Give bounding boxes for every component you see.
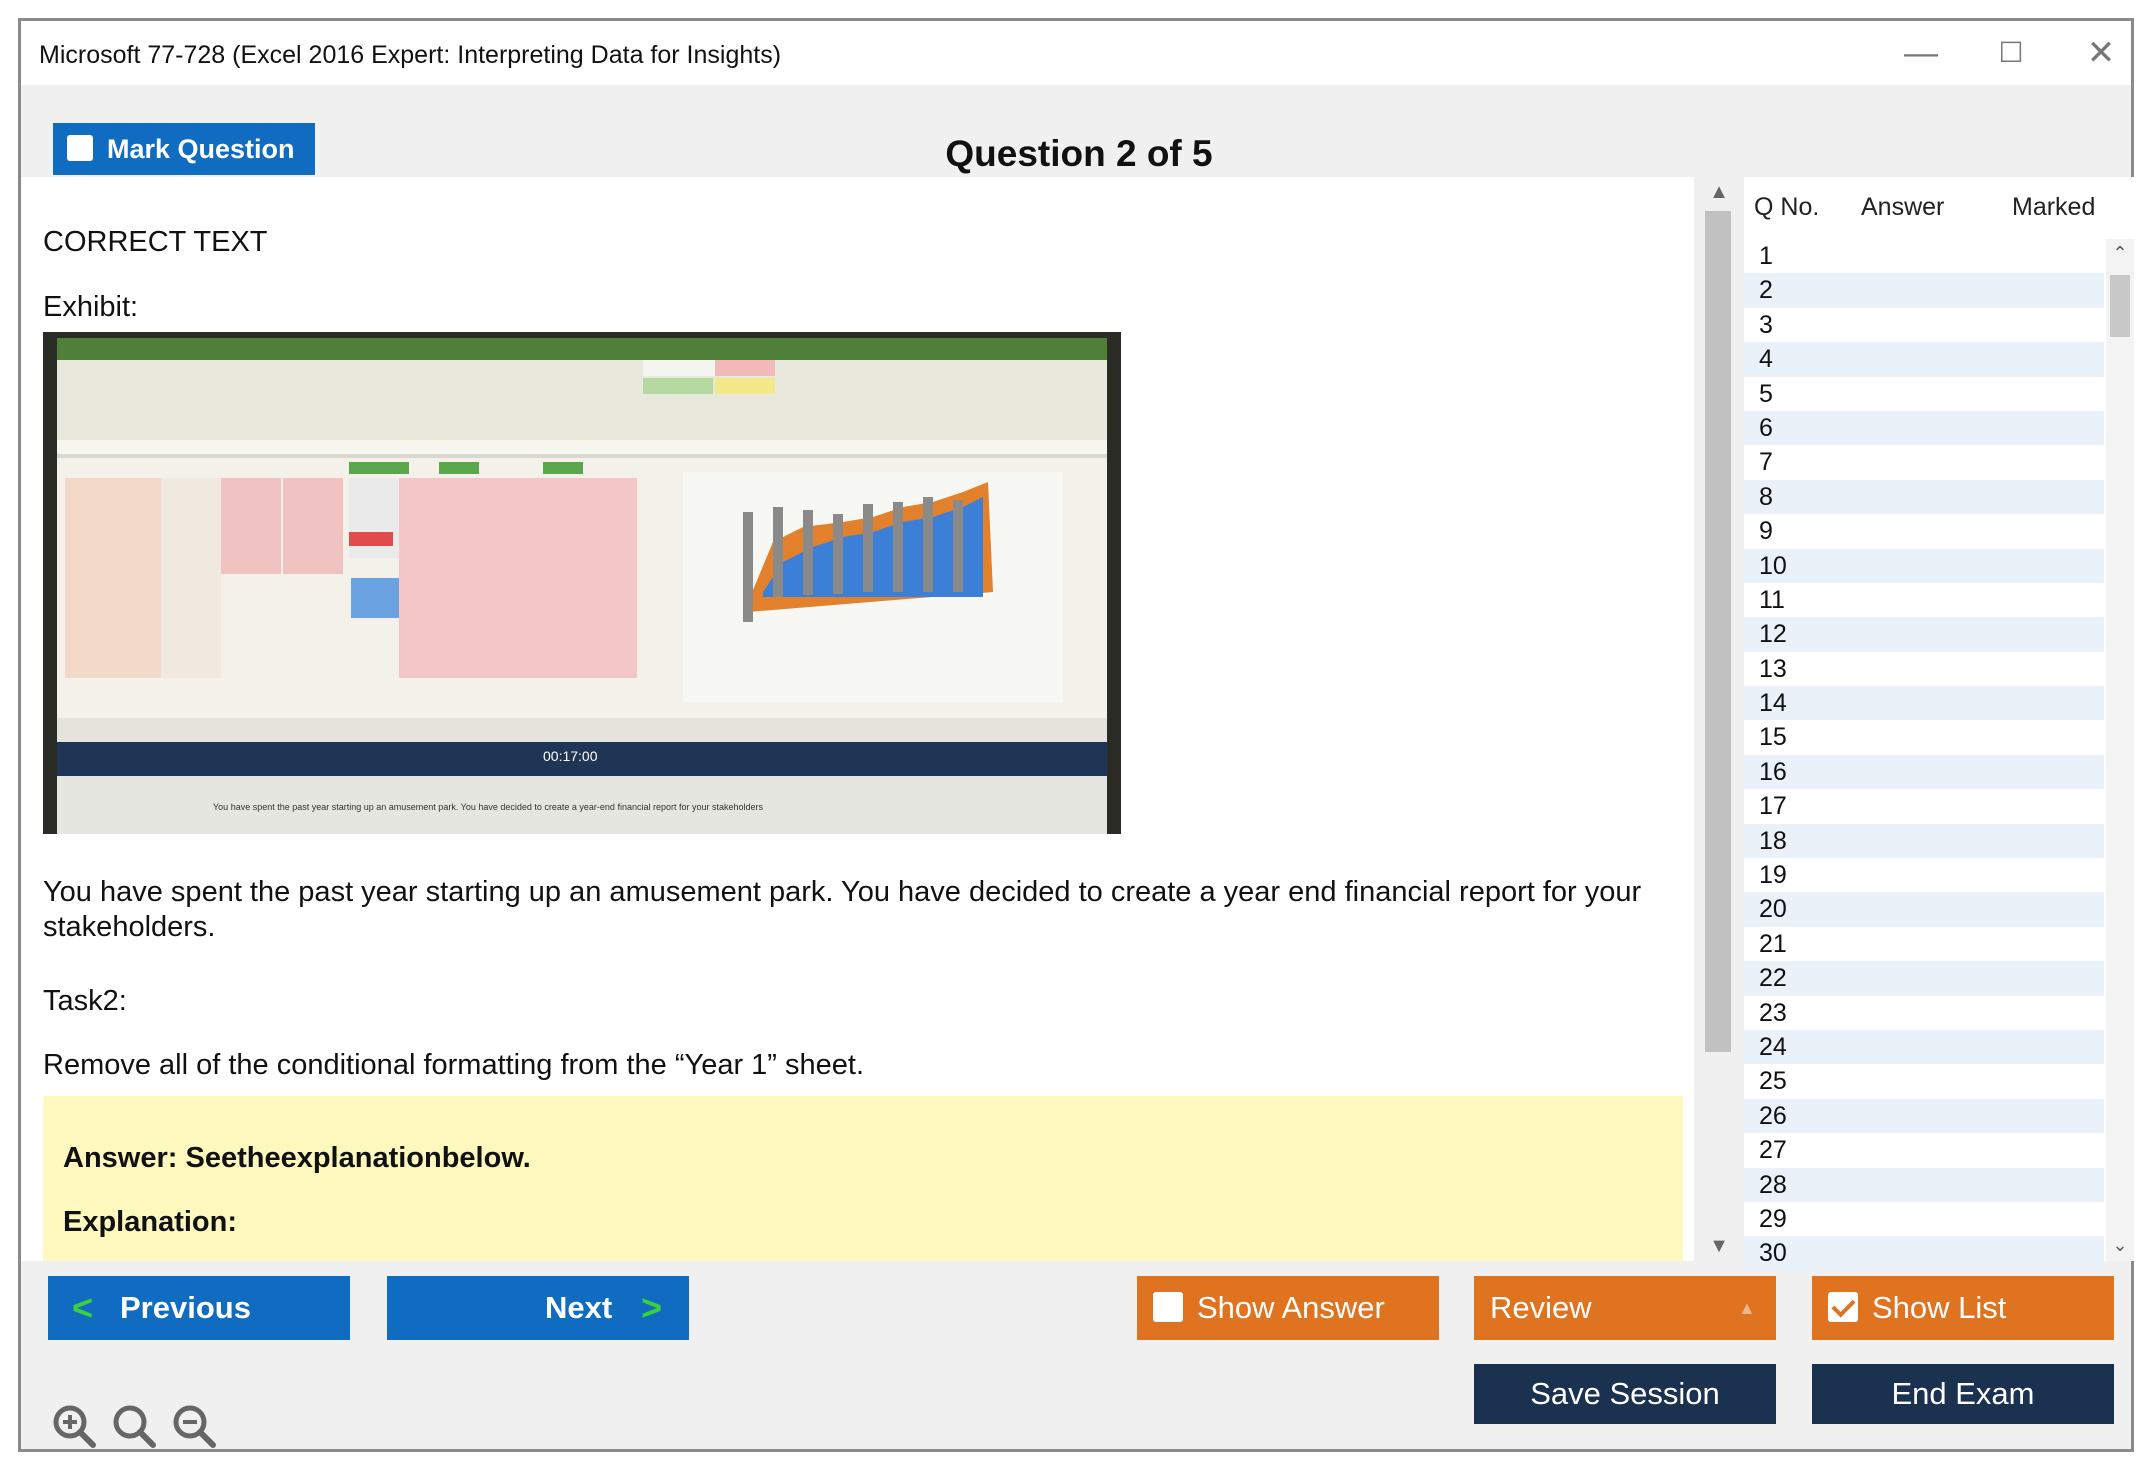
question-list-row[interactable]: 12 bbox=[1744, 617, 2104, 652]
question-list-row[interactable]: 23 bbox=[1744, 996, 2104, 1030]
next-label: Next bbox=[545, 1290, 613, 1325]
list-scroll-thumb[interactable] bbox=[2110, 275, 2130, 337]
question-list-scrollbar[interactable]: ⌃ ⌄ bbox=[2106, 239, 2134, 1261]
question-list-row[interactable]: 28 bbox=[1744, 1167, 2104, 1202]
exhibit-image: 00:17:00 You have spent the past year st… bbox=[43, 332, 1121, 834]
question-list-row[interactable]: 27 bbox=[1744, 1133, 2104, 1167]
save-session-button[interactable]: Save Session bbox=[1474, 1364, 1776, 1424]
question-list-row[interactable]: 10 bbox=[1744, 548, 2104, 583]
question-list-row[interactable]: 4 bbox=[1744, 342, 2104, 377]
question-list-row[interactable]: 8 bbox=[1744, 479, 2104, 515]
question-list-row[interactable]: 11 bbox=[1744, 583, 2104, 617]
close-button[interactable]: ✕ bbox=[2061, 31, 2141, 75]
task-text: Remove all of the conditional formatting… bbox=[43, 1049, 865, 1081]
next-button[interactable]: Next > bbox=[387, 1276, 689, 1340]
section-label: CORRECT TEXT bbox=[43, 226, 268, 258]
previous-label: Previous bbox=[120, 1290, 251, 1325]
minimize-button[interactable]: — bbox=[1881, 31, 1961, 75]
question-list-row[interactable]: 30 bbox=[1744, 1236, 2104, 1271]
question-content[interactable]: CORRECT TEXT Exhibit: 00:17:00 You have … bbox=[21, 177, 1694, 1261]
scroll-down-icon[interactable]: ▼ bbox=[1702, 1235, 1736, 1258]
zoom-reset-icon[interactable] bbox=[111, 1403, 157, 1449]
end-exam-button[interactable]: End Exam bbox=[1812, 1364, 2114, 1424]
zoom-in-icon[interactable] bbox=[51, 1403, 97, 1449]
previous-button[interactable]: < Previous bbox=[48, 1276, 350, 1340]
review-dropdown[interactable]: Review ▲ bbox=[1474, 1276, 1776, 1340]
list-scroll-up-icon[interactable]: ⌃ bbox=[2106, 243, 2134, 264]
question-list-row[interactable]: 26 bbox=[1744, 1098, 2104, 1134]
col-marked: Marked bbox=[2012, 193, 2096, 221]
question-list-row[interactable]: 5 bbox=[1744, 377, 2104, 411]
content-scrollbar[interactable]: ▲ ▼ bbox=[1702, 177, 1736, 1261]
question-list-row[interactable]: 14 bbox=[1744, 686, 2104, 721]
content-scroll-thumb[interactable] bbox=[1705, 211, 1731, 1052]
question-list-row[interactable]: 6 bbox=[1744, 410, 2104, 446]
window-title: Microsoft 77-728 (Excel 2016 Expert: Int… bbox=[39, 41, 782, 69]
question-list-row[interactable]: 17 bbox=[1744, 789, 2104, 823]
scroll-up-icon[interactable]: ▲ bbox=[1702, 181, 1736, 204]
zoom-out-icon[interactable] bbox=[171, 1403, 217, 1449]
show-list-label: Show List bbox=[1872, 1290, 2007, 1325]
question-list-row[interactable]: 21 bbox=[1744, 927, 2104, 961]
question-list-row[interactable]: 3 bbox=[1744, 308, 2104, 342]
explanation-label: Explanation: bbox=[63, 1206, 238, 1238]
title-bar: Microsoft 77-728 (Excel 2016 Expert: Int… bbox=[21, 21, 2131, 85]
question-list-row[interactable]: 1 bbox=[1744, 239, 2104, 273]
chevron-left-icon: < bbox=[72, 1287, 94, 1328]
question-list-row[interactable]: 20 bbox=[1744, 892, 2104, 927]
question-list-rows: 1 2 3 4 5 6 7 8 9 10 11 12 13 14 15 16 17 18 19 20 21 22 23 24 2… bbox=[1744, 239, 2104, 1271]
answer-text: Answer: Seetheexplanationbelow. bbox=[63, 1142, 531, 1174]
scenario-text: You have spent the past year starting up… bbox=[43, 876, 1642, 943]
question-list-row[interactable]: 9 bbox=[1744, 514, 2104, 548]
question-list-row[interactable]: 22 bbox=[1744, 961, 2104, 996]
question-counter: Question 2 of 5 bbox=[945, 133, 1213, 174]
exhibit-timer: 00:17:00 bbox=[543, 748, 598, 764]
exhibit-label: Exhibit: bbox=[43, 291, 139, 323]
question-list-row[interactable]: 29 bbox=[1744, 1202, 2104, 1236]
show-list-button[interactable]: Show List bbox=[1812, 1276, 2114, 1340]
exhibit-caption: You have spent the past year starting up… bbox=[213, 802, 764, 812]
task-label: Task2: bbox=[43, 985, 127, 1017]
answer-panel: Answer: Seetheexplanationbelow. Explanat… bbox=[43, 1096, 1683, 1261]
question-list-row[interactable]: 19 bbox=[1744, 858, 2104, 892]
caret-up-icon: ▲ bbox=[1738, 1298, 1756, 1318]
question-list-row[interactable]: 2 bbox=[1744, 273, 2104, 308]
question-list-row[interactable]: 24 bbox=[1744, 1029, 2104, 1065]
question-list-header: Q No. Answer Marked bbox=[1744, 177, 2137, 233]
show-answer-button[interactable]: Show Answer bbox=[1137, 1276, 1439, 1340]
question-list-row[interactable]: 25 bbox=[1744, 1064, 2104, 1098]
question-list-row[interactable]: 7 bbox=[1744, 445, 2104, 479]
exam-window: Microsoft 77-728 (Excel 2016 Expert: Int… bbox=[18, 18, 2137, 1452]
col-answer: Answer bbox=[1861, 193, 1945, 221]
question-list-row[interactable]: 16 bbox=[1744, 754, 2104, 790]
question-list-row[interactable]: 15 bbox=[1744, 720, 2104, 754]
show-answer-checkbox[interactable] bbox=[1153, 1292, 1183, 1322]
list-scroll-down-icon[interactable]: ⌄ bbox=[2106, 1235, 2134, 1256]
col-q-no: Q No. bbox=[1754, 193, 1820, 221]
show-list-checkbox[interactable] bbox=[1828, 1292, 1858, 1322]
show-answer-label: Show Answer bbox=[1197, 1290, 1385, 1325]
review-label: Review bbox=[1490, 1290, 1592, 1325]
question-list-panel: Q No. Answer Marked 1 2 3 4 5 6 7 8 9 10 11 12 13 14 1… bbox=[1744, 177, 2137, 1271]
question-list-row[interactable]: 13 bbox=[1744, 652, 2104, 686]
maximize-button[interactable]: ☐ bbox=[1971, 31, 2051, 75]
question-list-row[interactable]: 18 bbox=[1744, 823, 2104, 859]
chevron-right-icon: > bbox=[641, 1287, 663, 1328]
